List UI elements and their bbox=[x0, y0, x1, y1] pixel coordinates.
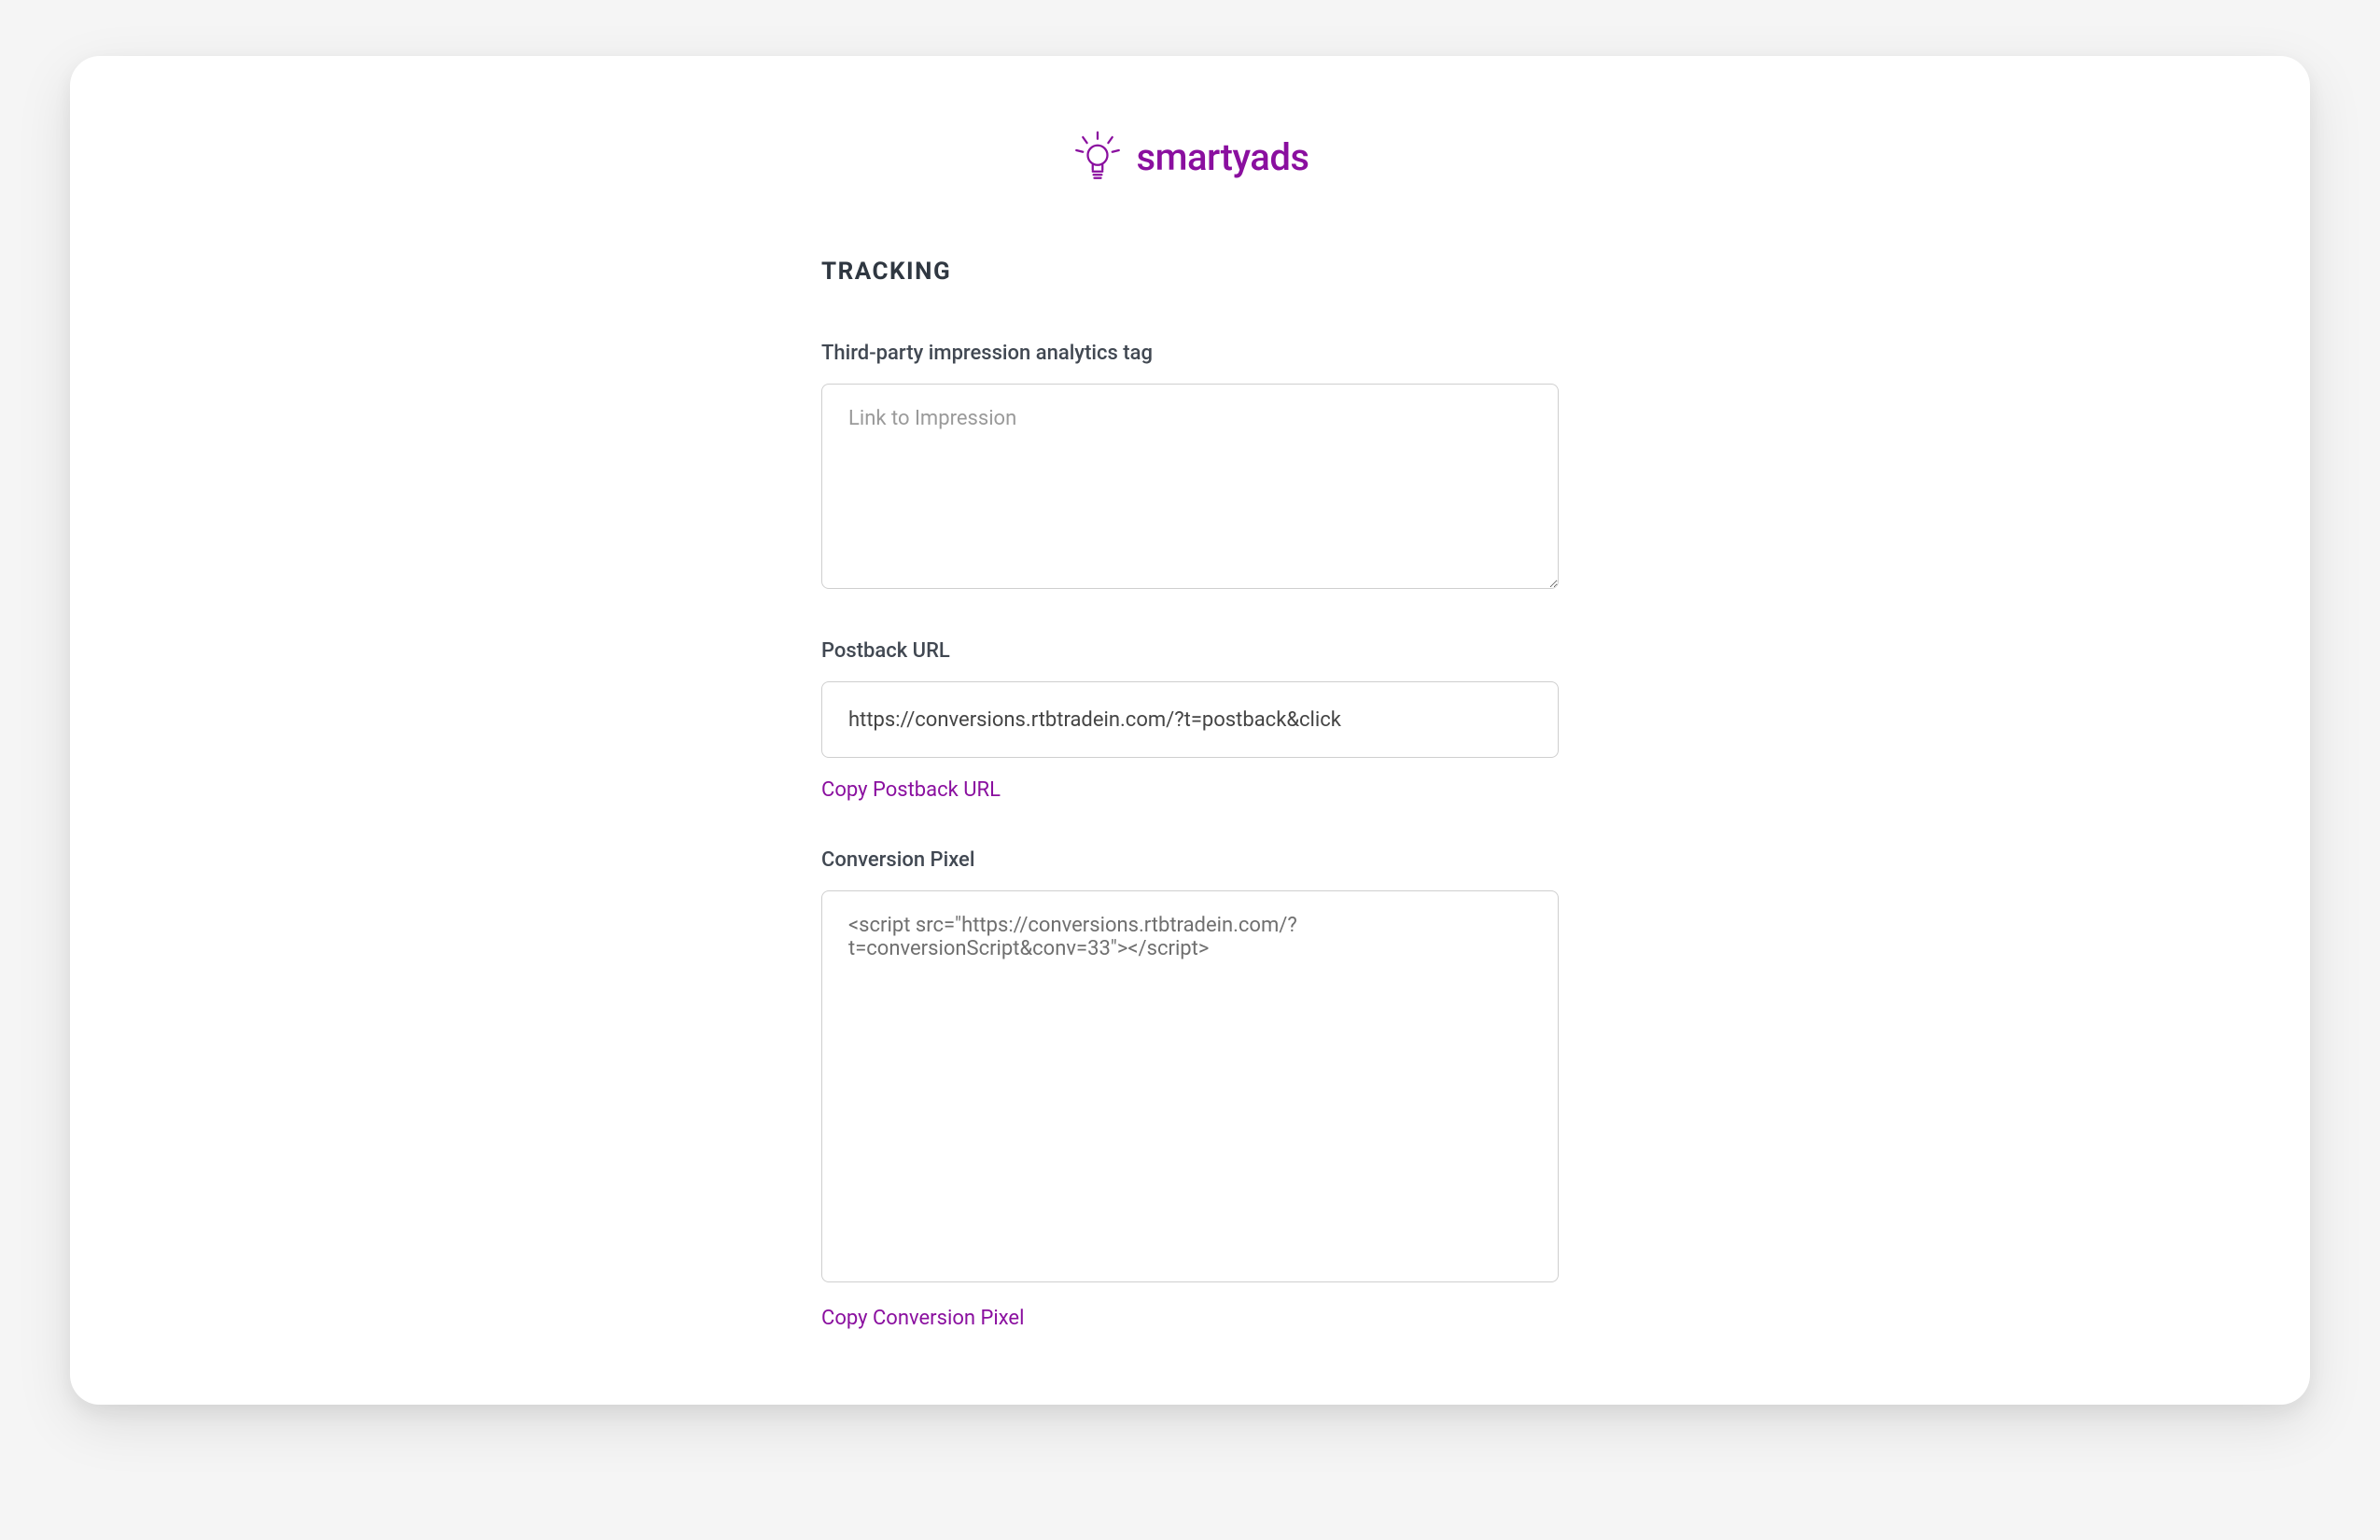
lightbulb-icon bbox=[1071, 131, 1124, 183]
pixel-group: Conversion Pixel Copy Conversion Pixel bbox=[821, 848, 1559, 1330]
pixel-input[interactable] bbox=[821, 890, 1559, 1282]
postback-label: Postback URL bbox=[821, 639, 1559, 663]
postback-input[interactable] bbox=[821, 681, 1559, 758]
brand-logo: smartyads bbox=[1071, 131, 1309, 183]
tracking-section: TRACKING Third-party impression analytic… bbox=[821, 258, 1559, 1330]
copy-pixel-button[interactable]: Copy Conversion Pixel bbox=[821, 1307, 1024, 1330]
impression-input[interactable] bbox=[821, 384, 1559, 589]
postback-group: Postback URL Copy Postback URL bbox=[821, 639, 1559, 802]
main-card: smartyads TRACKING Third-party impressio… bbox=[70, 56, 2310, 1405]
logo-container: smartyads bbox=[145, 131, 2235, 183]
impression-group: Third-party impression analytics tag bbox=[821, 342, 1559, 593]
brand-name: smartyads bbox=[1137, 135, 1309, 179]
section-title: TRACKING bbox=[821, 258, 1559, 286]
impression-label: Third-party impression analytics tag bbox=[821, 342, 1559, 365]
copy-postback-button[interactable]: Copy Postback URL bbox=[821, 778, 1001, 802]
pixel-label: Conversion Pixel bbox=[821, 848, 1559, 872]
